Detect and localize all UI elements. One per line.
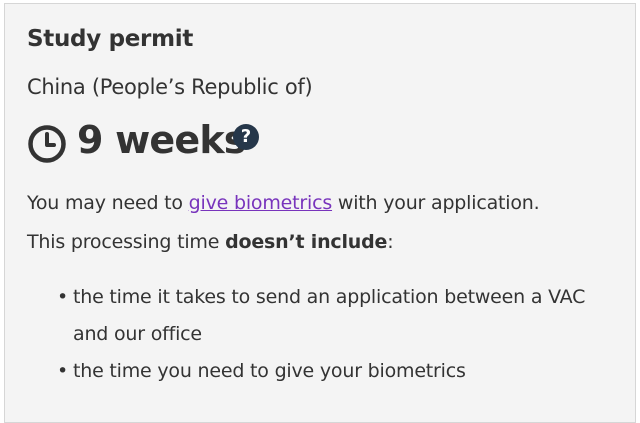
- list-item-text: the time you need to give your biometric…: [73, 360, 466, 382]
- processing-time-card: Study permit China (People’s Republic of…: [4, 3, 636, 423]
- list-item: • the time it takes to send an applicatio…: [57, 279, 597, 353]
- bullet: •: [57, 360, 69, 382]
- exclusion-suffix: :: [387, 231, 394, 253]
- bullet: •: [57, 286, 69, 308]
- list-item: • the time you need to give your biometri…: [57, 353, 597, 390]
- exclusion-notice: This processing time doesn’t include:: [27, 231, 394, 253]
- exclusion-list: • the time it takes to send an applicatio…: [57, 279, 597, 390]
- clock-icon: [28, 125, 66, 163]
- exclusion-bold: doesn’t include: [225, 231, 388, 253]
- card-title: Study permit: [27, 26, 194, 52]
- list-item-text: the time it takes to send an application…: [73, 286, 586, 345]
- biometrics-prefix: You may need to: [27, 192, 189, 214]
- exclusion-prefix: This processing time: [27, 231, 226, 253]
- biometrics-notice: You may need to give biometrics with you…: [27, 192, 540, 214]
- give-biometrics-link[interactable]: give biometrics: [189, 192, 333, 214]
- question-circle-icon[interactable]: ?: [233, 124, 259, 150]
- biometrics-suffix: with your application.: [332, 192, 540, 214]
- country-name: China (People’s Republic of): [27, 75, 313, 99]
- processing-time-value: 9 weeks: [77, 118, 246, 162]
